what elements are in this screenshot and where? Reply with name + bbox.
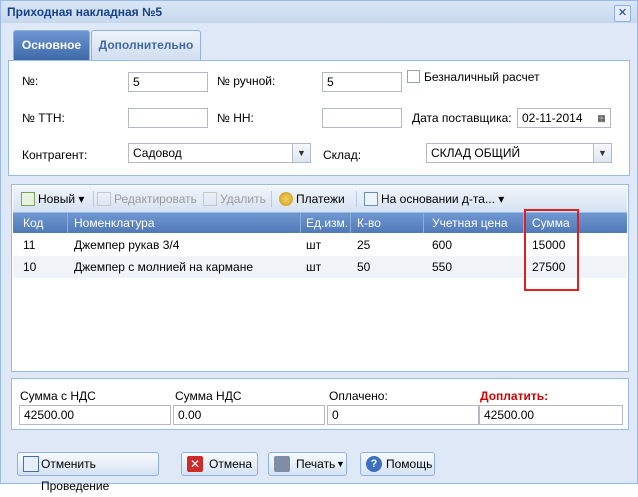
cell-name: Джемпер с молнией на кармане xyxy=(74,260,254,274)
chevron-down-icon[interactable]: ▼ xyxy=(593,144,611,162)
print-button-label: Печать xyxy=(296,457,336,471)
help-button[interactable]: ? Помощь xyxy=(360,452,435,476)
tab-bar: Основное Дополнительно xyxy=(8,27,630,61)
warehouse-label: Склад: xyxy=(323,148,362,162)
printer-icon xyxy=(274,456,290,472)
column-divider xyxy=(67,213,68,233)
chevron-down-icon[interactable]: ▼ xyxy=(336,453,345,475)
cell-name: Джемпер рукав 3/4 xyxy=(74,238,180,252)
number-field[interactable]: 5 xyxy=(128,72,208,92)
window-titlebar[interactable]: Приходная накладная №5 ✕ xyxy=(1,1,637,23)
new-button-label: Новый xyxy=(38,192,76,206)
warehouse-value: СКЛАД ОБЩИЙ xyxy=(431,146,521,160)
delete-button[interactable]: Удалить xyxy=(203,192,266,206)
unpost-button-label: Отменить Проведение xyxy=(41,457,110,493)
document-arrow-icon xyxy=(364,192,378,206)
new-button[interactable]: Новый ▾ xyxy=(21,192,84,206)
cell-code: 10 xyxy=(23,260,37,274)
manual-number-field[interactable]: 5 xyxy=(322,72,402,92)
based-on-button[interactable]: На основании д-та... ▾ xyxy=(364,192,504,206)
toolbar-separator xyxy=(356,191,357,207)
delete-button-label: Удалить xyxy=(220,192,266,206)
payments-button-label: Платежи xyxy=(296,192,345,206)
ttn-label: № ТТН: xyxy=(22,111,65,125)
cell-unit: шт xyxy=(306,260,322,274)
supplier-date-field[interactable]: 02-11-2014 ▦ xyxy=(517,108,611,128)
cancel-button[interactable]: ✕ Отмена xyxy=(181,452,258,476)
toolbar-separator xyxy=(271,191,272,207)
payments-button[interactable]: Платежи xyxy=(279,192,345,206)
edit-button-label: Редактировать xyxy=(114,192,197,206)
nn-label: № НН: xyxy=(217,111,254,125)
supplier-date-value: 02-11-2014 xyxy=(522,111,583,125)
contractor-label: Контрагент: xyxy=(22,148,88,162)
document-icon xyxy=(23,456,39,472)
help-icon: ? xyxy=(366,456,382,472)
tab-main[interactable]: Основное xyxy=(13,30,90,60)
column-divider xyxy=(350,213,351,233)
column-header-qty[interactable]: К-во xyxy=(357,216,381,230)
topay-field[interactable]: 42500.00 xyxy=(479,405,623,425)
add-icon xyxy=(21,192,35,206)
toolbar-separator xyxy=(93,191,94,207)
edit-icon xyxy=(97,192,111,206)
ttn-field[interactable] xyxy=(128,108,208,128)
cashless-label: Безналичный расчет xyxy=(424,70,540,84)
column-header-name[interactable]: Номенклатура xyxy=(74,216,155,230)
header-form-panel: №: 5 № ручной: 5 Безналичный расчет № ТТ… xyxy=(8,61,630,176)
cancel-button-label: Отмена xyxy=(209,457,253,471)
warehouse-combo[interactable]: СКЛАД ОБЩИЙ ▼ xyxy=(426,143,612,163)
column-header-unit[interactable]: Ед.изм. xyxy=(306,216,348,230)
paid-field[interactable]: 0 xyxy=(327,405,479,425)
cell-unit: шт xyxy=(306,238,322,252)
cancel-icon: ✕ xyxy=(187,456,203,472)
tab-additional[interactable]: Дополнительно xyxy=(91,30,201,60)
contractor-combo[interactable]: Садовод ▼ xyxy=(128,143,311,163)
print-button[interactable]: Печать ▼ xyxy=(268,452,347,476)
number-label: №: xyxy=(22,74,39,88)
cell-price: 600 xyxy=(432,238,453,252)
vat-field[interactable]: 0.00 xyxy=(173,405,325,425)
column-header-price[interactable]: Учетная цена xyxy=(432,216,508,230)
chevron-down-icon[interactable]: ▼ xyxy=(292,144,310,162)
based-on-button-label: На основании д-та... xyxy=(381,192,495,206)
sum-vat-label: Сумма с НДС xyxy=(20,389,96,403)
paid-label: Оплачено: xyxy=(329,389,388,403)
sum-vat-field[interactable]: 42500.00 xyxy=(19,405,171,425)
cell-qty: 50 xyxy=(357,260,371,274)
sum-column-highlight xyxy=(524,209,579,291)
window-title: Приходная накладная №5 xyxy=(7,5,163,19)
column-divider xyxy=(423,213,424,233)
totals-panel: Сумма с НДС 42500.00 Сумма НДС 0.00 Опла… xyxy=(11,378,629,430)
nn-field[interactable] xyxy=(322,108,402,128)
help-button-label: Помощь xyxy=(386,457,433,471)
vat-label: Сумма НДС xyxy=(175,389,242,403)
edit-button[interactable]: Редактировать xyxy=(97,192,197,206)
manual-number-label: № ручной: xyxy=(217,74,276,88)
unpost-button[interactable]: Отменить Проведение xyxy=(17,452,159,493)
coins-icon xyxy=(279,192,293,206)
cell-price: 550 xyxy=(432,260,453,274)
column-divider xyxy=(300,213,301,233)
cell-qty: 25 xyxy=(357,238,371,252)
cell-code: 11 xyxy=(23,238,36,252)
calendar-icon[interactable]: ▦ xyxy=(593,109,610,127)
contractor-value: Садовод xyxy=(133,146,182,160)
cashless-checkbox[interactable] xyxy=(407,70,420,83)
close-icon[interactable]: ✕ xyxy=(614,5,631,22)
column-header-code[interactable]: Код xyxy=(23,216,43,230)
invoice-window: Приходная накладная №5 ✕ Основное Дополн… xyxy=(0,0,638,493)
supplier-date-label: Дата поставщика: xyxy=(412,111,512,125)
topay-label: Доплатить: xyxy=(480,389,549,403)
items-grid-panel: Новый ▾ Редактировать Удалить Платежи На… xyxy=(11,184,629,372)
delete-icon xyxy=(203,192,217,206)
